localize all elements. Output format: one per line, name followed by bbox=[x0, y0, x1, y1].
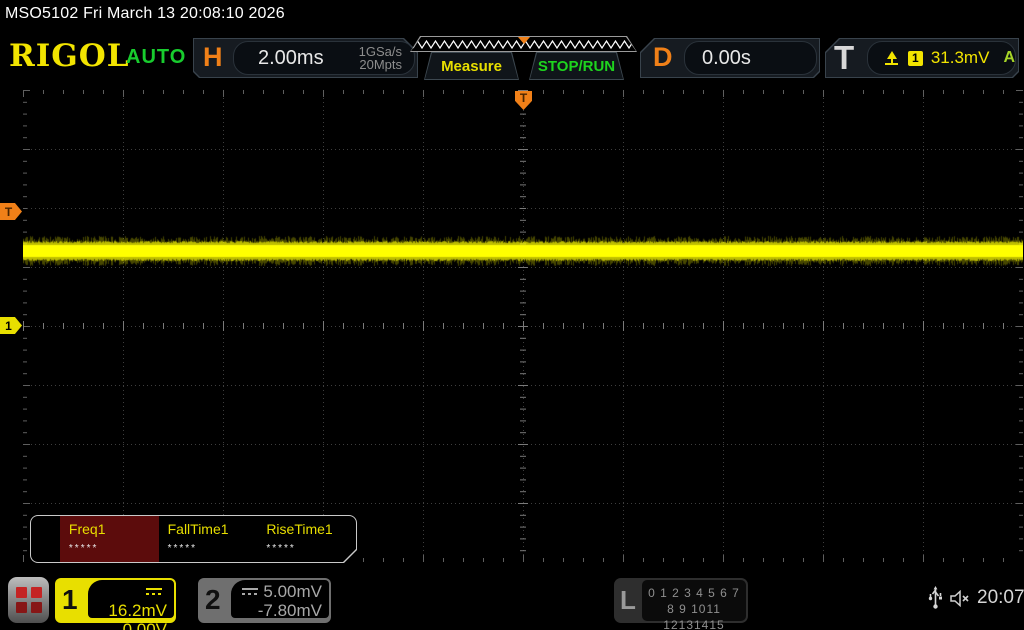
memory-depth: 20Mpts bbox=[359, 57, 402, 72]
stop-run-button[interactable]: STOP/RUN bbox=[529, 52, 624, 80]
acquire-mode-indicator: AUTO bbox=[126, 46, 186, 69]
model-and-date-text: MSO5102 Fri March 13 20:08:10 2026 bbox=[5, 5, 285, 23]
channel1-trace bbox=[23, 90, 1023, 562]
overview-trigger-position-icon[interactable] bbox=[518, 37, 530, 44]
stop-run-button-label: STOP/RUN bbox=[530, 53, 623, 79]
measurement-item-falltime1[interactable]: FallTime1 ***** bbox=[159, 516, 258, 562]
measurement-value: ***** bbox=[69, 543, 159, 554]
waveform-display-area bbox=[23, 90, 1023, 562]
rising-edge-trigger-icon bbox=[884, 51, 900, 66]
logic-channels-row-top: 0 1 2 3 4 5 6 7 bbox=[642, 585, 746, 601]
red-square bbox=[16, 587, 27, 598]
measurement-name: RiseTime1 bbox=[266, 521, 356, 537]
sample-rate-and-depth: 1GSa/s 20Mpts bbox=[359, 45, 402, 71]
measurement-value: ***** bbox=[266, 543, 356, 554]
trigger-delay-block[interactable]: D 0.00s bbox=[640, 38, 820, 78]
delay-value: 0.00s bbox=[702, 47, 751, 70]
timebase-pill: 2.00ms 1GSa/s 20Mpts bbox=[233, 41, 415, 75]
red-square bbox=[31, 602, 42, 613]
red-square bbox=[31, 587, 42, 598]
oscilloscope-screen: MSO5102 Fri March 13 20:08:10 2026 RIGOL… bbox=[0, 0, 1024, 630]
red-squares-icon bbox=[16, 587, 42, 613]
logic-channel-numbers: 0 1 2 3 4 5 6 7 8 9 1011 12131415 bbox=[642, 580, 746, 621]
measurement-item-freq1[interactable]: Freq1 ***** bbox=[60, 516, 159, 562]
channel1-values: 16.2mV 0.00V bbox=[88, 580, 174, 618]
horizontal-timebase-block[interactable]: H 2.00ms 1GSa/s 20Mpts bbox=[193, 38, 418, 78]
dc-coupling-icon bbox=[242, 588, 258, 595]
channel2-status-block[interactable]: 2 5.00mV -7.80mV bbox=[198, 578, 331, 623]
usb-icon bbox=[928, 586, 943, 610]
channel2-offset: -7.80mV bbox=[231, 601, 322, 620]
logic-analyzer-label: L bbox=[620, 585, 636, 616]
delay-label: D bbox=[653, 42, 673, 73]
trigger-sweep-mode: A bbox=[1003, 49, 1015, 67]
measurement-value: ***** bbox=[168, 543, 258, 554]
logic-channels-row-bottom: 8 9 1011 12131415 bbox=[642, 601, 746, 630]
speaker-muted-icon bbox=[950, 590, 973, 607]
trigger-pill: 1 31.3mV A bbox=[867, 41, 1016, 75]
channel1-offset: 0.00V bbox=[88, 620, 167, 630]
trigger-label: T bbox=[834, 39, 854, 77]
measurement-results-panel: Freq1 ***** FallTime1 ***** RiseTime1 **… bbox=[30, 515, 357, 563]
trigger-source-badge: 1 bbox=[908, 51, 923, 66]
timebase-value: 2.00ms bbox=[258, 47, 324, 70]
rigol-logo: RIGOL bbox=[9, 38, 130, 74]
measurement-name: FallTime1 bbox=[168, 521, 258, 537]
clock-display: 20:07 bbox=[977, 587, 1024, 609]
trigger-level-marker[interactable]: T bbox=[0, 203, 22, 220]
channel1-scale: 16.2mV bbox=[108, 601, 167, 620]
trigger-settings-block[interactable]: T 1 31.3mV A bbox=[825, 38, 1019, 78]
measure-button-label: Measure bbox=[425, 53, 518, 79]
measurement-item-risetime1[interactable]: RiseTime1 ***** bbox=[257, 516, 356, 562]
panel-body: Freq1 ***** FallTime1 ***** RiseTime1 **… bbox=[31, 516, 356, 562]
delay-pill: 0.00s bbox=[684, 41, 817, 75]
red-square bbox=[16, 602, 27, 613]
channel1-status-block[interactable]: 1 16.2mV 0.00V bbox=[55, 578, 176, 623]
function-navigation-button[interactable] bbox=[8, 577, 49, 623]
measurement-spacer bbox=[31, 516, 60, 562]
channel1-number: 1 bbox=[62, 584, 78, 616]
logic-analyzer-status-block[interactable]: L 0 1 2 3 4 5 6 7 8 9 1011 12131415 bbox=[614, 578, 748, 623]
trigger-level-value: 31.3mV bbox=[931, 48, 990, 68]
measure-button[interactable]: Measure bbox=[424, 52, 519, 80]
channel2-number: 2 bbox=[205, 584, 221, 616]
channel2-scale: 5.00mV bbox=[263, 582, 322, 601]
dc-coupling-icon bbox=[146, 588, 162, 595]
waveform-overview-strip[interactable] bbox=[410, 36, 637, 52]
channel2-values: 5.00mV -7.80mV bbox=[231, 580, 329, 618]
measurement-name: Freq1 bbox=[69, 521, 159, 537]
horizontal-label: H bbox=[203, 42, 223, 73]
channel1-ground-marker[interactable]: 1 bbox=[0, 317, 22, 334]
